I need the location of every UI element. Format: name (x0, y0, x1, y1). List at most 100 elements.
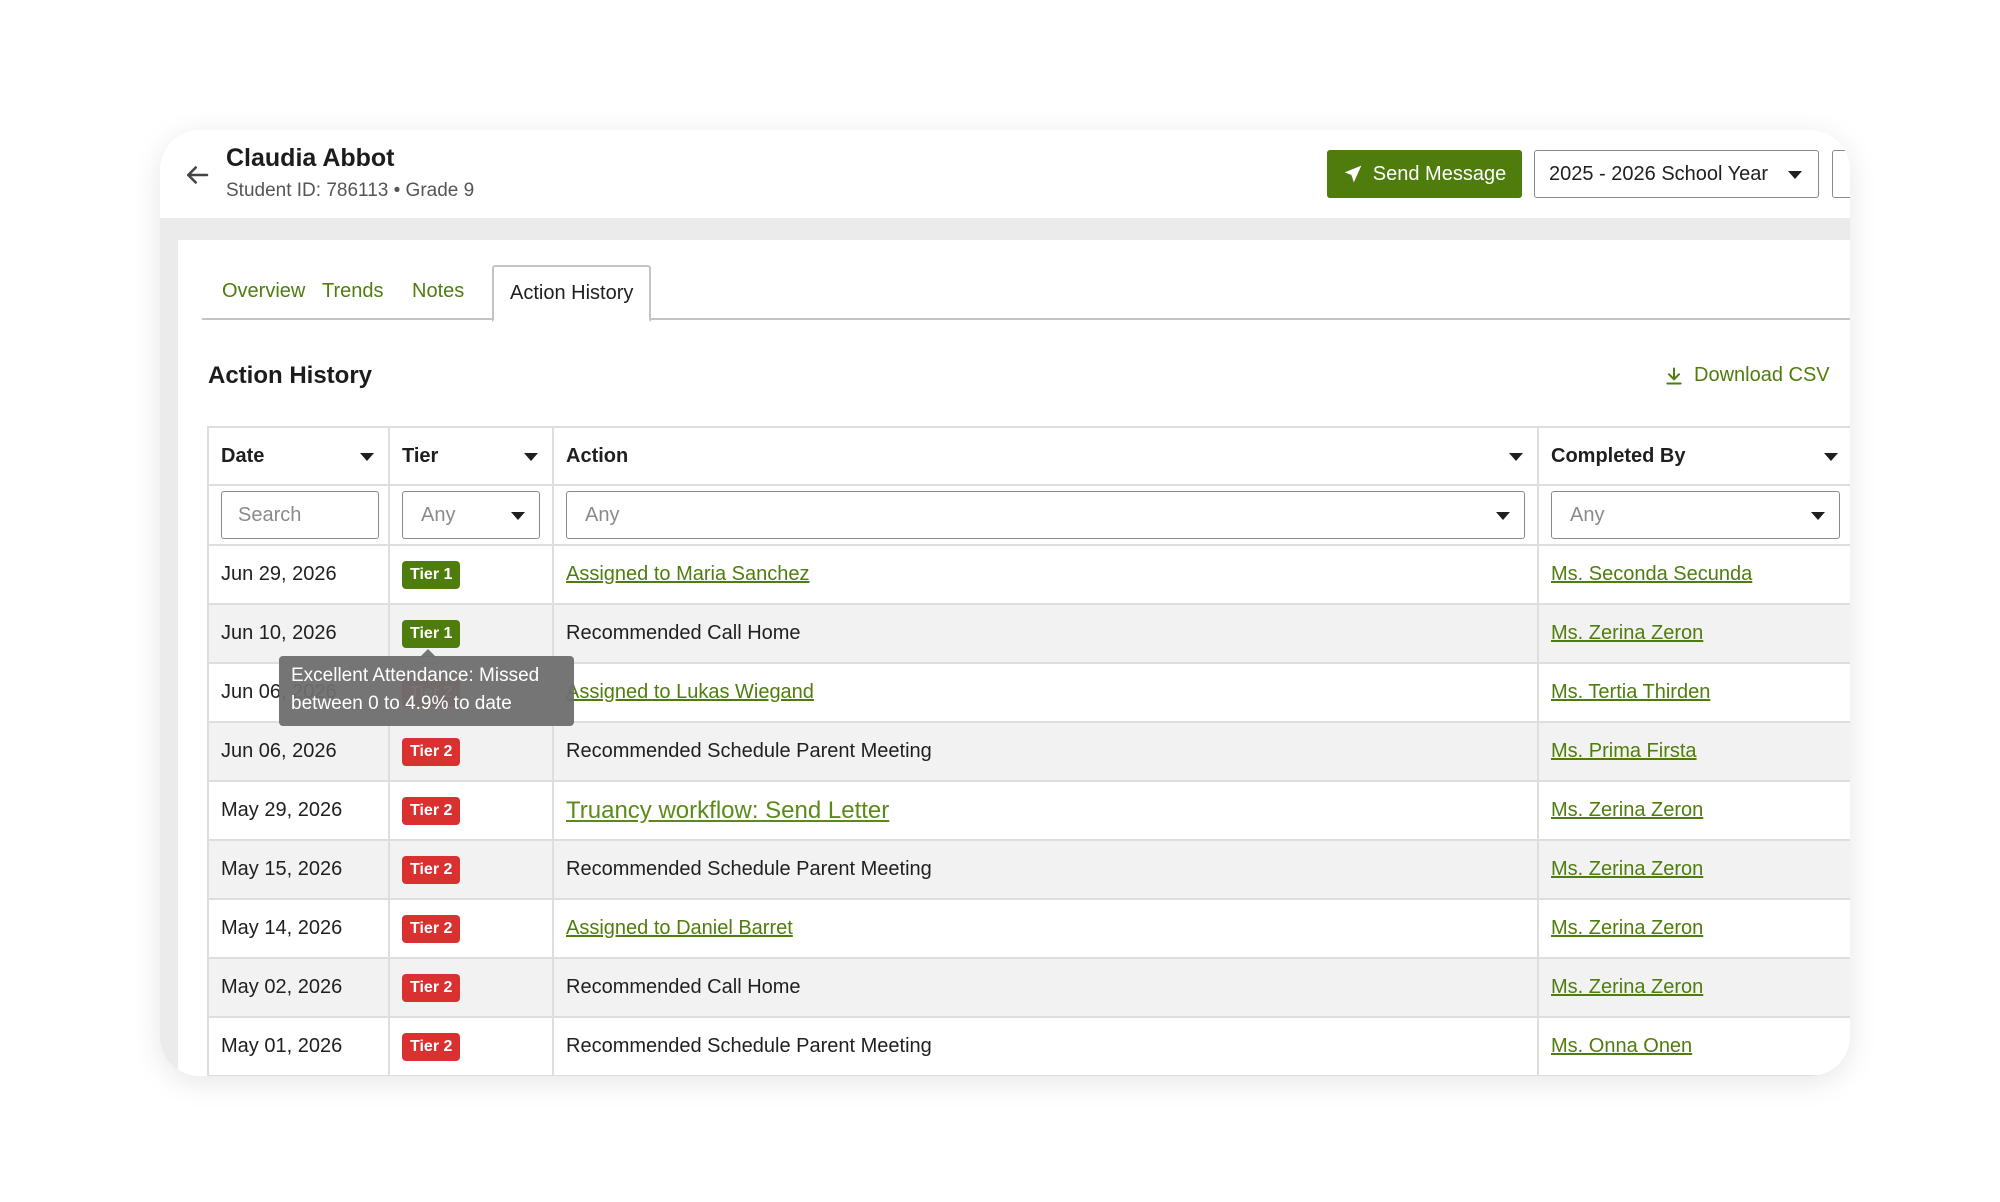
date-cell: Jun 10, 2026 (207, 603, 390, 664)
completed-by-link[interactable]: Ms. Zerina Zeron (1551, 799, 1703, 821)
action-text: Recommended Schedule Parent Meeting (566, 858, 932, 880)
action-text: Recommended Call Home (566, 976, 801, 998)
tier-badge[interactable]: Tier 2 (402, 914, 461, 943)
completed-by-cell: Ms. Prima Firsta (1537, 721, 1850, 782)
completed-by-link[interactable]: Ms. Zerina Zeron (1551, 976, 1703, 998)
student-header: Claudia Abbot Student ID: 786113 • Grade… (160, 130, 1850, 218)
column-header-completed-by[interactable]: Completed By (1537, 426, 1850, 486)
action-cell: Assigned to Lukas Wiegand (552, 662, 1539, 723)
column-header-action[interactable]: Action (552, 426, 1539, 486)
date-cell: May 02, 2026 (207, 957, 390, 1018)
download-icon (1666, 367, 1682, 384)
download-csv-link[interactable]: Download CSV (1664, 364, 1830, 387)
tier-cell: Tier 2 (388, 839, 554, 900)
tab-overview[interactable]: Overview (222, 265, 305, 320)
table-row: Jun 06, 2026 Tier 2 Recommended Schedule P… (207, 721, 1850, 782)
tooltip-line-2: between 0 to 4.9% to date (291, 693, 512, 714)
table-row: May 14, 2026 Tier 2 Assigned to Daniel Bar… (207, 898, 1850, 959)
tier-badge[interactable]: Tier 1 (402, 560, 461, 589)
caret-down-icon (1496, 512, 1510, 520)
action-cell: Assigned to Daniel Barret (552, 898, 1539, 959)
student-name: Claudia Abbot (226, 144, 395, 172)
action-text: Recommended Schedule Parent Meeting (566, 740, 932, 762)
date-cell: May 14, 2026 (207, 898, 390, 959)
section-title: Action History (208, 362, 373, 389)
completed-by-link[interactable]: Ms. Zerina Zeron (1551, 858, 1703, 880)
completed-by-filter-select[interactable]: Any (1551, 491, 1840, 539)
completed-by-cell: Ms. Zerina Zeron (1537, 603, 1850, 664)
tier-cell: Tier 2 (388, 1016, 554, 1076)
completed-by-cell: Ms. Onna Onen (1537, 1016, 1850, 1076)
column-header-tier[interactable]: Tier (388, 426, 554, 486)
action-link[interactable]: Assigned to Maria Sanchez (566, 563, 809, 585)
send-message-label: Send Message (1372, 162, 1507, 185)
completed-by-cell: Ms. Zerina Zeron (1537, 898, 1850, 959)
student-card: Claudia Abbot Student ID: 786113 • Grade… (160, 130, 1850, 1076)
caret-down-icon (1811, 512, 1825, 520)
table-row: Jun 29, 2026 Tier 1 Assigned to Maria Sanc… (207, 544, 1850, 605)
table-row: Jun 10, 2026 Tier 1 Recommended Call Home M… (207, 603, 1850, 664)
action-text: Recommended Call Home (566, 622, 801, 644)
completed-by-link[interactable]: Ms. Prima Firsta (1551, 740, 1697, 762)
action-text: Recommended Schedule Parent Meeting (566, 1035, 932, 1057)
more-button[interactable] (1832, 150, 1850, 198)
tier-cell: Tier 2 (388, 780, 554, 841)
caret-down-icon (511, 512, 525, 520)
tier-filter-select[interactable]: Any (402, 491, 540, 539)
completed-by-link[interactable]: Ms. Tertia Thirden (1551, 681, 1710, 703)
filter-row: Any Any Any (207, 484, 1850, 546)
tab-trends[interactable]: Trends (322, 265, 384, 320)
tooltip-line-1: Excellent Attendance: Missed (291, 665, 540, 686)
caret-down-icon (1824, 453, 1838, 461)
completed-by-cell: Ms. Zerina Zeron (1537, 780, 1850, 841)
tier-cell: Tier 2 (388, 898, 554, 959)
tier-cell: Tier 2 (388, 957, 554, 1018)
school-year-value: 2025 - 2026 School Year (1549, 162, 1769, 185)
date-cell: Jun 06, 2026 (207, 721, 390, 782)
send-message-button[interactable]: Send Message (1327, 150, 1522, 198)
tab-action-history[interactable]: Action History (492, 265, 652, 322)
completed-by-link[interactable]: Ms. Zerina Zeron (1551, 917, 1703, 939)
caret-down-icon (360, 453, 374, 461)
date-cell: Jun 29, 2026 (207, 544, 390, 605)
tier-cell: Tier 2 (388, 721, 554, 782)
tab-notes[interactable]: Notes (412, 265, 464, 320)
tier-cell: Tier 1 (388, 603, 554, 664)
school-year-select[interactable]: 2025 - 2026 School Year (1534, 150, 1819, 198)
tier-cell: Tier 1 (388, 544, 554, 605)
table-row: May 15, 2026 Tier 2 Recommended Schedule P… (207, 839, 1850, 900)
action-link[interactable]: Truancy workflow: Send Letter (566, 797, 889, 824)
completed-by-link[interactable]: Ms. Zerina Zeron (1551, 622, 1703, 644)
action-filter-select[interactable]: Any (566, 491, 1525, 539)
date-cell: May 01, 2026 (207, 1016, 390, 1076)
tier-tooltip: Excellent Attendance: Missed between 0 t… (279, 656, 574, 726)
table-row: May 29, 2026 Tier 2 Truancy workflow: Send… (207, 780, 1850, 841)
tier-badge[interactable]: Tier 2 (402, 973, 461, 1002)
header-row: Date Tier Action Completed By (207, 426, 1850, 486)
completed-by-cell: Ms. Zerina Zeron (1537, 839, 1850, 900)
date-search-input[interactable] (221, 491, 379, 539)
action-cell: Recommended Call Home (552, 603, 1539, 664)
table-row: May 01, 2026 Tier 2 Recommended Schedule P… (207, 1016, 1850, 1076)
student-meta: Student ID: 786113 • Grade 9 (226, 180, 475, 201)
completed-by-link[interactable]: Ms. Onna Onen (1551, 1035, 1692, 1057)
paper-plane-icon (1344, 165, 1362, 183)
table-row: May 02, 2026 Tier 2 Recommended Call Home M… (207, 957, 1850, 1018)
action-cell: Recommended Schedule Parent Meeting (552, 839, 1539, 900)
action-cell: Recommended Schedule Parent Meeting (552, 1016, 1539, 1076)
tier-badge[interactable]: Tier 2 (402, 1032, 461, 1061)
tier-badge[interactable]: Tier 2 (402, 737, 461, 766)
action-link[interactable]: Assigned to Lukas Wiegand (566, 681, 814, 703)
tier-badge[interactable]: Tier 2 (402, 796, 461, 825)
date-cell: May 15, 2026 (207, 839, 390, 900)
header-divider (160, 218, 1850, 240)
column-header-date[interactable]: Date (207, 426, 390, 486)
download-csv-label: Download CSV (1694, 364, 1830, 386)
completed-by-link[interactable]: Ms. Seconda Secunda (1551, 563, 1752, 585)
date-cell: May 29, 2026 (207, 780, 390, 841)
action-link[interactable]: Assigned to Daniel Barret (566, 917, 793, 939)
action-cell: Recommended Schedule Parent Meeting (552, 721, 1539, 782)
tier-badge[interactable]: Tier 2 (402, 855, 461, 884)
arrow-left-icon[interactable] (182, 160, 212, 190)
tier-badge[interactable]: Tier 1 (402, 619, 461, 648)
